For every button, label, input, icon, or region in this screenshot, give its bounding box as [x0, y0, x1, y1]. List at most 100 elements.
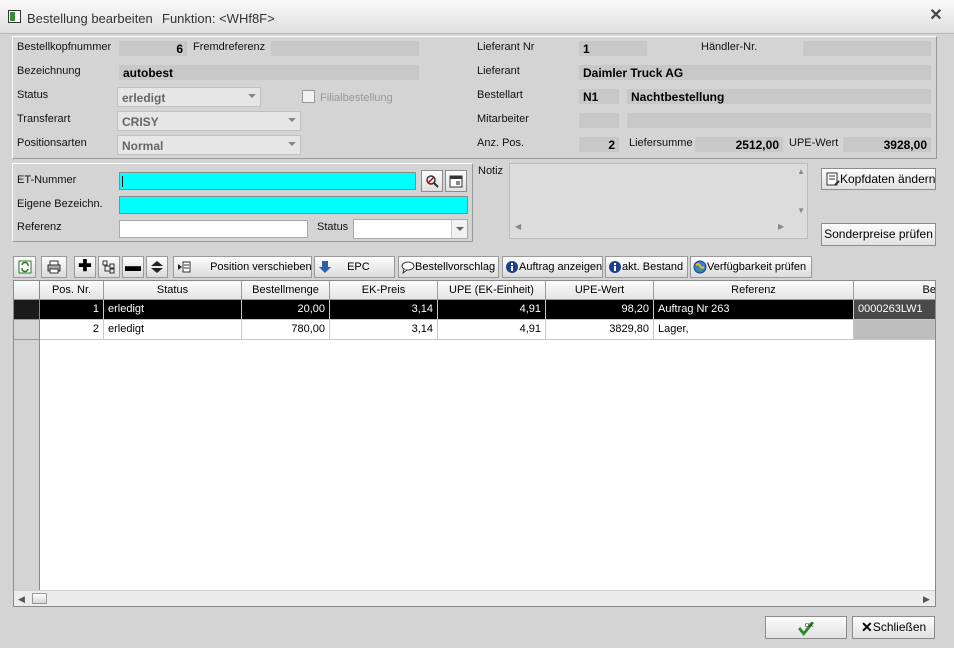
status-select[interactable]: erledigt: [117, 87, 261, 107]
positions-table: Pos. Nr. Status Bestellmenge EK-Preis UP…: [13, 280, 936, 607]
cell-pos[interactable]: 1: [40, 300, 104, 320]
remove-position-button[interactable]: ▬: [122, 256, 144, 278]
close-icon[interactable]: ✕: [927, 7, 945, 25]
column-header-pos-nr[interactable]: Pos. Nr.: [40, 281, 104, 300]
scroll-up-icon[interactable]: ▲: [797, 167, 805, 176]
cell-upe[interactable]: 4,91: [438, 320, 546, 340]
akt-bestand-button[interactable]: akt. Bestand: [605, 256, 688, 278]
lieferant-value: Daimler Truck AG: [579, 65, 931, 80]
scroll-left-icon[interactable]: ◀: [18, 594, 25, 605]
row-header[interactable]: [14, 300, 40, 320]
scroll-down-icon[interactable]: ▼: [797, 206, 805, 215]
chevron-down-icon: [248, 94, 256, 98]
table-row[interactable]: 1 erledigt 20,00 3,14 4,91 98,20 Auftrag…: [14, 300, 935, 320]
kopfdaten-aendern-button[interactable]: Kopfdaten ändern: [821, 168, 936, 190]
eigene-bezeichnung-input[interactable]: [119, 196, 468, 214]
upe-wert-label: UPE-Wert: [789, 137, 839, 149]
globe-icon: [693, 260, 707, 274]
chevron-down-icon: [456, 227, 464, 231]
cell-bestellmenge[interactable]: 20,00: [242, 300, 330, 320]
window-function: Funktion: <WHf8F>: [162, 11, 275, 26]
row-header-strip: [14, 340, 40, 590]
info-icon: [609, 261, 621, 274]
calendar-icon: [449, 175, 463, 188]
scroll-right-icon[interactable]: ▶: [923, 594, 930, 605]
anz-pos-value: 2: [579, 137, 619, 152]
title-bar: Bestellung bearbeiten Funktion: <WHf8F> …: [0, 0, 954, 34]
print-button[interactable]: [41, 256, 67, 278]
column-header-ek-preis[interactable]: EK-Preis: [330, 281, 438, 300]
scroll-left-icon[interactable]: ◀: [515, 222, 521, 231]
positionsarten-select[interactable]: Normal: [117, 135, 301, 155]
row-header[interactable]: [14, 320, 40, 340]
scroll-right-icon[interactable]: ▶: [778, 222, 784, 231]
horizontal-scrollbar[interactable]: ◀ ▶: [14, 590, 935, 606]
filter-status-dropdown-button[interactable]: [451, 220, 467, 238]
chevron-down-icon: [288, 142, 296, 146]
schliessen-button[interactable]: ✕ Schließen: [852, 616, 935, 639]
haendler-nr-value: [803, 41, 931, 56]
column-header-be[interactable]: Be: [854, 281, 935, 300]
referenz-input[interactable]: [119, 220, 308, 238]
anz-pos-label: Anz. Pos.: [477, 137, 525, 149]
cell-status[interactable]: erledigt: [104, 300, 242, 320]
search-button[interactable]: [421, 170, 443, 192]
haendler-nr-label: Händler-Nr.: [701, 41, 758, 53]
referenz-label: Referenz: [17, 221, 62, 233]
calendar-button[interactable]: [445, 170, 467, 192]
plus-icon: ✚: [78, 258, 92, 275]
cell-be[interactable]: [854, 320, 935, 340]
cell-referenz[interactable]: Auftrag Nr 263: [654, 300, 854, 320]
sonderpreise-pruefen-button[interactable]: Sonderpreise prüfen: [821, 223, 936, 246]
bezeichnung-label: Bezeichnung: [17, 65, 81, 77]
filialbestellung-checkbox[interactable]: [302, 90, 315, 103]
close-x-icon: ✕: [861, 619, 873, 635]
tree-icon: [102, 260, 115, 274]
mitarbeiter-label: Mitarbeiter: [477, 113, 529, 125]
table-corner: [14, 281, 40, 300]
refresh-icon: [18, 260, 31, 274]
cell-be[interactable]: 0000263LW1: [854, 300, 935, 320]
cell-ek-preis[interactable]: 3,14: [330, 300, 438, 320]
cell-upe[interactable]: 4,91: [438, 300, 546, 320]
transferart-select[interactable]: CRISY: [117, 111, 301, 131]
cell-ek-preis[interactable]: 3,14: [330, 320, 438, 340]
cell-referenz[interactable]: Lager,: [654, 320, 854, 340]
kopfdaten-aendern-label: Kopfdaten ändern: [840, 172, 936, 186]
column-header-referenz[interactable]: Referenz: [654, 281, 854, 300]
column-header-status[interactable]: Status: [104, 281, 242, 300]
bezeichnung-value: autobest: [119, 65, 419, 80]
cell-upe-wert[interactable]: 98,20: [546, 300, 654, 320]
status-label: Status: [17, 89, 49, 101]
position-verschieben-button[interactable]: Position verschieben: [173, 256, 312, 278]
bestellvorschlag-button[interactable]: Bestellvorschlag: [398, 256, 499, 278]
column-header-upe-wert[interactable]: UPE-Wert: [546, 281, 654, 300]
auftrag-anzeigen-button[interactable]: Auftrag anzeigen: [502, 256, 603, 278]
ok-button[interactable]: OK: [765, 616, 847, 639]
edit-header-icon: [826, 172, 840, 186]
akt-bestand-label: akt. Bestand: [622, 261, 684, 273]
cell-status[interactable]: erledigt: [104, 320, 242, 340]
refresh-button[interactable]: [13, 256, 36, 278]
fremdreferenz-label: Fremdreferenz: [193, 41, 266, 53]
et-nummer-label: ET-Nummer: [17, 174, 77, 186]
column-header-upe-ek-einheit[interactable]: UPE (EK-Einheit): [438, 281, 546, 300]
et-nummer-input[interactable]: [119, 172, 416, 190]
verfuegbarkeit-pruefen-button[interactable]: Verfügbarkeit prüfen: [690, 256, 812, 278]
lieferant-nr-value: 1: [579, 41, 647, 56]
filter-status-select[interactable]: [353, 219, 468, 239]
bestellkopfnummer-value: 6: [119, 41, 187, 56]
notiz-textarea[interactable]: ▲ ▼ ◀ ▶: [509, 163, 808, 239]
add-position-button[interactable]: ✚: [74, 256, 96, 278]
table-row[interactable]: 2 erledigt 780,00 3,14 4,91 3829,80 Lage…: [14, 320, 935, 340]
cell-bestellmenge[interactable]: 780,00: [242, 320, 330, 340]
move-up-down-button[interactable]: [146, 256, 168, 278]
search-icon: [426, 175, 439, 188]
epc-button[interactable]: EPC: [314, 256, 395, 278]
cell-pos[interactable]: 2: [40, 320, 104, 340]
column-header-bestellmenge[interactable]: Bestellmenge: [242, 281, 330, 300]
scrollbar-thumb[interactable]: [32, 593, 47, 604]
tree-button[interactable]: [98, 256, 120, 278]
auftrag-anzeigen-label: Auftrag anzeigen: [519, 261, 603, 273]
cell-upe-wert[interactable]: 3829,80: [546, 320, 654, 340]
